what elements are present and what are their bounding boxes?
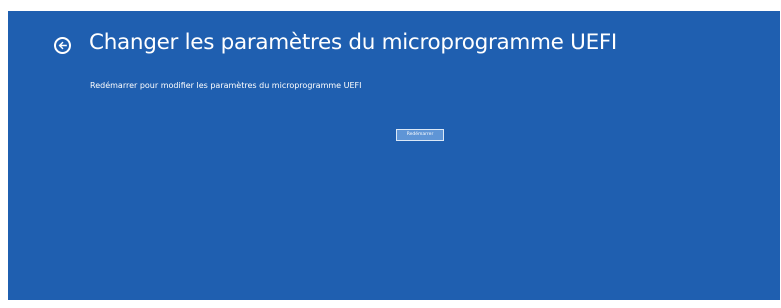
back-arrow-icon <box>58 41 67 50</box>
back-button[interactable] <box>54 37 71 54</box>
description-text: Redémarrer pour modifier les paramètres … <box>90 81 362 90</box>
restart-button[interactable]: Redémarrer <box>396 129 444 141</box>
uefi-settings-screen: Changer les paramètres du microprogramme… <box>8 11 780 300</box>
page-title: Changer les paramètres du microprogramme… <box>89 30 617 55</box>
